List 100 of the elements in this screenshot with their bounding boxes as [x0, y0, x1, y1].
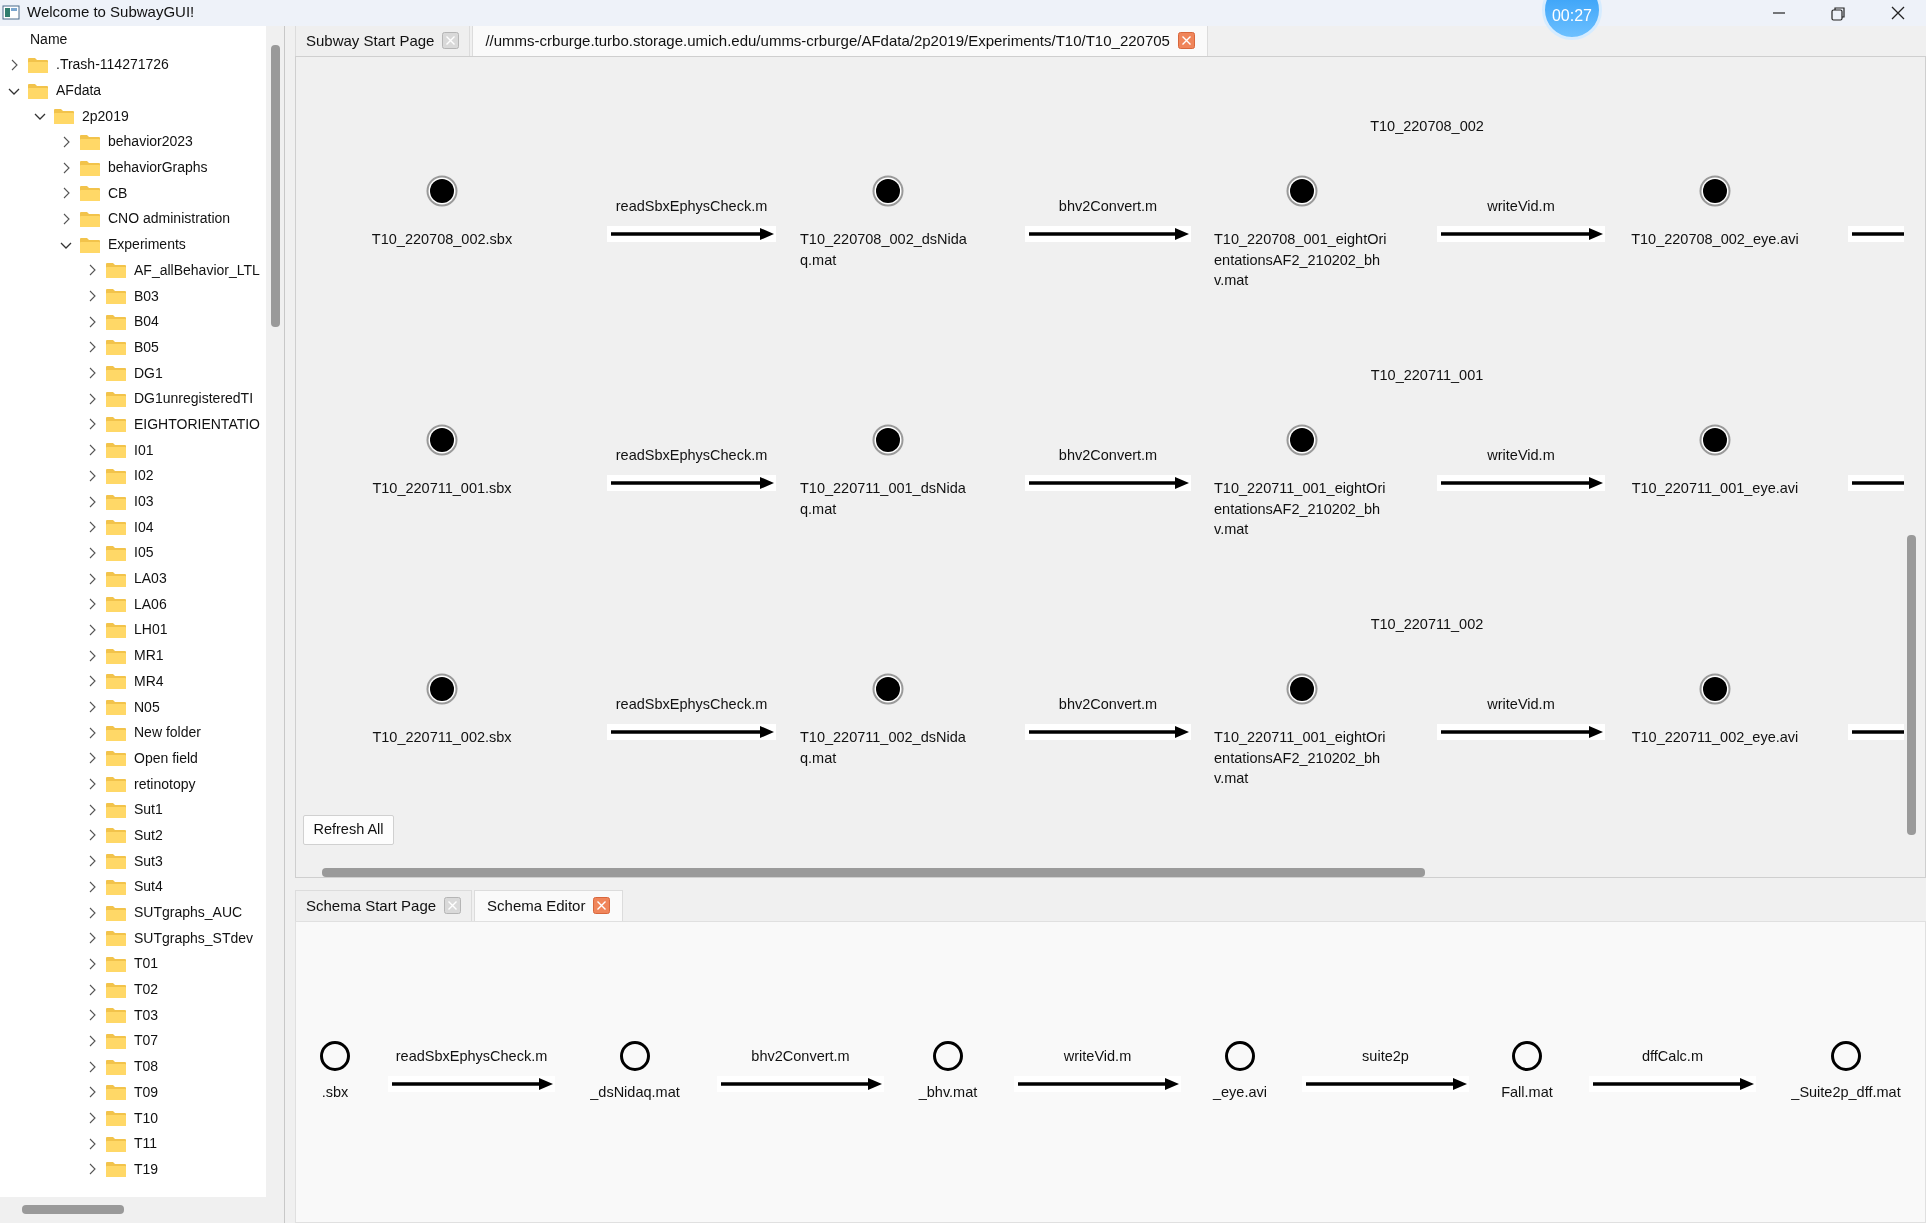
folder-icon [106, 390, 126, 407]
file-label: T10_220711_002_dsNidaq.mat [800, 728, 967, 768]
folder-name[interactable]: AFdata [56, 80, 102, 102]
node-marker[interactable] [1286, 175, 1318, 207]
node-marker[interactable] [426, 673, 458, 705]
node-marker[interactable] [619, 1040, 651, 1072]
tab[interactable]: Schema Start Page [295, 889, 473, 921]
pipeline-title: T10_220708_002 [1370, 117, 1484, 136]
folder-name[interactable]: T08 [134, 1056, 159, 1078]
folder-icon [106, 621, 126, 638]
folder-name[interactable]: SUTgraphs_AUC [134, 902, 243, 924]
folder-icon [106, 955, 126, 972]
folder-icon [106, 801, 126, 818]
folder-name[interactable]: T02 [134, 979, 159, 1001]
script-label: bhv2Convert.m [1058, 197, 1158, 216]
script-label: writeVid.m [1487, 446, 1555, 465]
restore-icon[interactable] [1828, 5, 1848, 21]
folder-name[interactable]: T11 [134, 1133, 158, 1155]
folder-name[interactable]: T19 [134, 1158, 159, 1180]
folder-name[interactable]: I05 [134, 542, 154, 564]
folder-name[interactable]: B04 [134, 311, 159, 333]
folder-name[interactable]: Open field [134, 747, 198, 769]
scrollbar-thumb[interactable] [322, 868, 1425, 877]
folder-name[interactable]: LH01 [134, 619, 168, 641]
node-marker[interactable] [872, 673, 904, 705]
folder-name[interactable]: DG1unregisteredTI [134, 388, 254, 410]
folder-name[interactable]: Sut4 [134, 876, 163, 898]
folder-name[interactable]: LA03 [134, 568, 167, 590]
file-label: _eye.avi [1213, 1083, 1267, 1102]
node-marker[interactable] [1699, 424, 1731, 456]
folder-name[interactable]: I04 [134, 516, 154, 538]
folder-name[interactable]: T03 [134, 1004, 159, 1026]
folder-icon [28, 56, 48, 73]
folder-icon [106, 1084, 126, 1101]
node-marker[interactable] [319, 1040, 351, 1072]
folder-name[interactable]: Sut1 [134, 799, 163, 821]
scrollbar-thumb[interactable] [22, 1205, 124, 1214]
folder-name[interactable]: AF_allBehavior_LTL [134, 259, 260, 281]
node-marker[interactable] [1286, 424, 1318, 456]
folder-icon [106, 699, 126, 716]
node-marker[interactable] [1699, 673, 1731, 705]
folder-name[interactable]: behaviorGraphs [108, 157, 208, 179]
folder-name[interactable]: .Trash-114271726 [56, 54, 169, 76]
folder-icon [106, 750, 126, 767]
refresh-all-button[interactable]: Refresh All [303, 815, 394, 845]
folder-icon [106, 493, 126, 510]
folder-name[interactable]: 2p2019 [82, 105, 129, 127]
tab[interactable]: //umms-crburge.turbo.storage.umich.edu/umms-crburge/AFdata/2p2019/Experiments/T10/T10_220705 [472, 24, 1208, 56]
folder-name[interactable]: DG1 [134, 362, 163, 384]
folder-name[interactable]: I02 [134, 465, 154, 487]
script-label: bhv2Convert.m [1058, 446, 1158, 465]
folder-name[interactable]: SUTgraphs_STdev [134, 927, 254, 949]
node-marker[interactable] [872, 424, 904, 456]
folder-name[interactable]: CNO administration [108, 208, 231, 230]
node-marker[interactable] [872, 175, 904, 207]
folder-name[interactable]: B03 [134, 285, 159, 307]
script-label: readSbxEphysCheck.m [615, 695, 768, 714]
file-label: T10_220708_002_dsNidaq.mat [800, 230, 968, 270]
folder-icon [80, 133, 100, 150]
node-marker[interactable] [1830, 1040, 1862, 1072]
folder-name[interactable]: retinotopy [134, 773, 196, 795]
folder-name[interactable]: I01 [134, 439, 154, 461]
folder-name[interactable]: B05 [134, 336, 159, 358]
folder-name[interactable]: Sut2 [134, 824, 163, 846]
node-marker[interactable] [1699, 175, 1731, 207]
column-header[interactable]: Name [30, 28, 68, 50]
folder-name[interactable]: T09 [134, 1081, 159, 1103]
folder-name[interactable]: T10 [134, 1107, 159, 1129]
folder-icon [106, 1007, 126, 1024]
folder-name[interactable]: Sut3 [134, 850, 163, 872]
folder-icon [80, 236, 100, 253]
folder-name[interactable]: New folder [134, 722, 201, 744]
folder-name[interactable]: EIGHTORIENTATIO [134, 413, 260, 435]
folder-name[interactable]: MR1 [134, 645, 164, 667]
folder-icon [106, 467, 126, 484]
node-marker[interactable] [1511, 1040, 1543, 1072]
scrollbar-thumb[interactable] [1907, 535, 1916, 835]
folder-name[interactable]: MR4 [134, 670, 164, 692]
file-label: T10_220708_002_eye.avi [1631, 230, 1799, 249]
folder-icon [106, 776, 126, 793]
file-label: _bhv.mat [918, 1083, 978, 1102]
folder-name[interactable]: T01 [134, 953, 159, 975]
folder-name[interactable]: LA06 [134, 593, 167, 615]
folder-name[interactable]: I03 [134, 491, 154, 513]
folder-icon [106, 339, 126, 356]
tab[interactable]: Schema Editor [474, 889, 624, 921]
folder-icon [106, 570, 126, 587]
folder-name[interactable]: behavior2023 [108, 131, 193, 153]
node-marker[interactable] [1286, 673, 1318, 705]
scrollbar-thumb[interactable] [271, 45, 280, 327]
folder-name[interactable]: Experiments [108, 234, 186, 256]
node-marker[interactable] [426, 175, 458, 207]
folder-icon [106, 365, 126, 382]
folder-name[interactable]: N05 [134, 696, 160, 718]
tab[interactable]: Subway Start Page [295, 24, 471, 56]
node-marker[interactable] [1224, 1040, 1256, 1072]
node-marker[interactable] [932, 1040, 964, 1072]
folder-name[interactable]: T07 [134, 1030, 159, 1052]
folder-name[interactable]: CB [108, 182, 128, 204]
node-marker[interactable] [426, 424, 458, 456]
